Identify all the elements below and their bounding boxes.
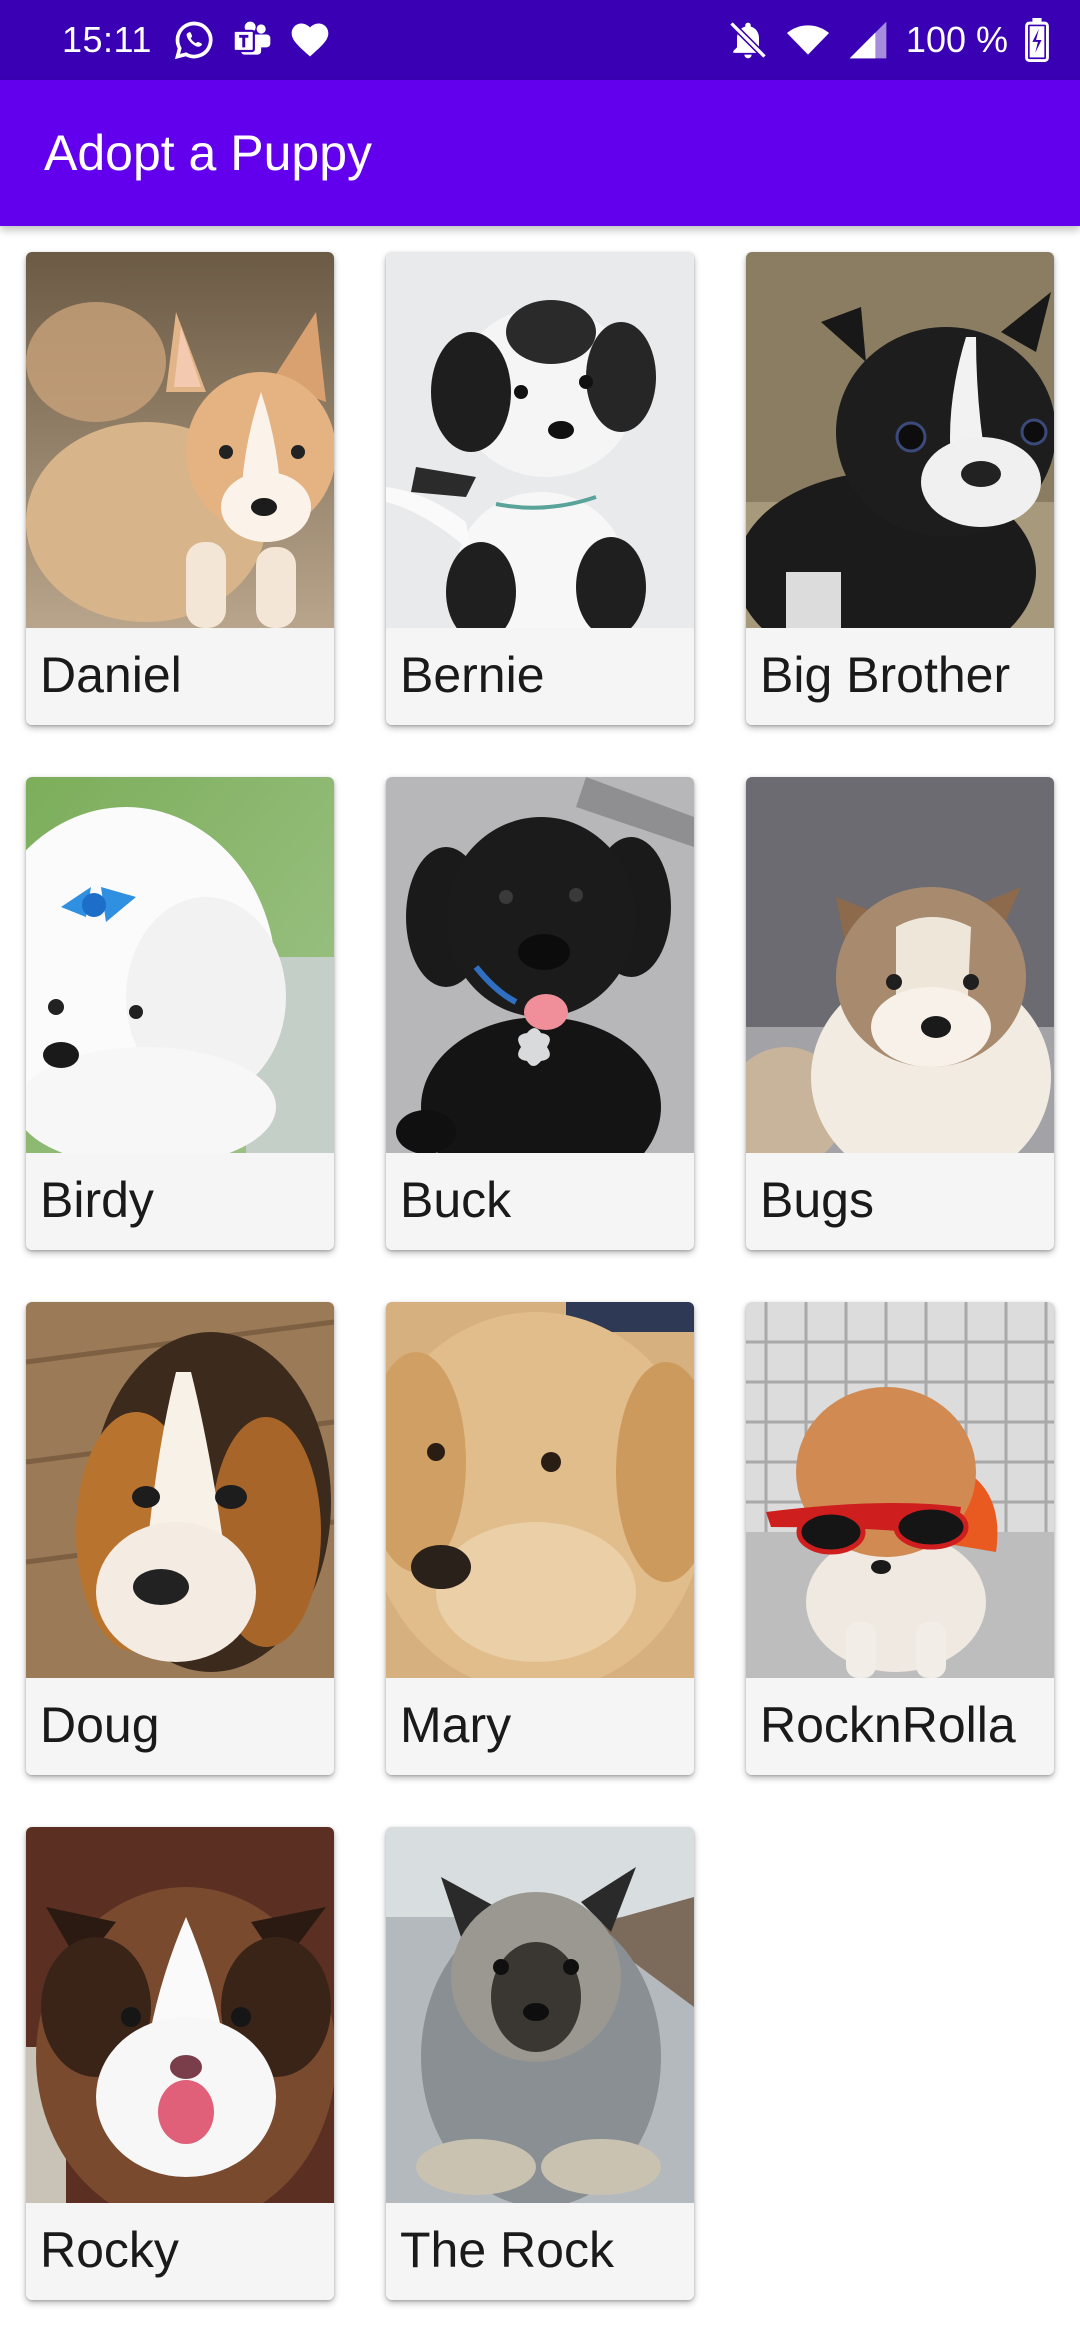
puppy-photo [26,1302,334,1678]
puppy-name-strip: RocknRolla [746,1678,1054,1775]
puppy-name: Big Brother [760,647,1011,703]
puppy-photo [386,777,694,1153]
puppy-card-bernie[interactable]: Bernie [386,252,694,725]
puppy-photo [746,252,1054,628]
notification-icons [172,18,332,62]
page-title: Adopt a Puppy [44,125,373,181]
puppy-name: Doug [40,1697,160,1753]
puppy-photo [26,252,334,628]
puppy-card-daniel[interactable]: Daniel [26,252,334,725]
puppy-name: Mary [400,1697,512,1753]
status-bar: 15:11 100 % [0,0,1080,80]
puppy-name: Bernie [400,647,545,703]
puppy-photo [386,1302,694,1678]
puppy-card-bugs[interactable]: Bugs [746,777,1054,1250]
puppy-name-strip: Daniel [26,628,334,725]
puppy-photo [26,1827,334,2203]
battery-charging-icon [1024,18,1050,62]
puppy-name-strip: Doug [26,1678,334,1775]
puppy-photo [746,777,1054,1153]
puppy-name-strip: Bugs [746,1153,1054,1250]
puppy-name: Birdy [40,1172,154,1228]
battery-percent: 100 % [905,19,1008,60]
puppy-name-strip: Buck [386,1153,694,1250]
puppy-name: The Rock [400,2222,614,2278]
puppy-name: Daniel [40,647,182,703]
puppy-name-strip: Birdy [26,1153,334,1250]
puppy-card-doug[interactable]: Doug [26,1302,334,1775]
puppy-card-buck[interactable]: Buck [386,777,694,1250]
puppy-card-rocky[interactable]: Rocky [26,1827,334,2300]
puppy-grid: Daniel Bernie Big Brother Birdy Buck Bug… [26,252,1056,2300]
puppy-name: Buck [400,1172,512,1228]
puppy-name-strip: Bernie [386,628,694,725]
puppy-card-the-rock[interactable]: The Rock [386,1827,694,2300]
puppy-name-strip: Big Brother [746,628,1054,725]
puppy-name-strip: Mary [386,1678,694,1775]
puppy-photo [26,777,334,1153]
app-bar: Adopt a Puppy [0,80,1080,226]
puppy-name: Bugs [760,1172,874,1228]
puppy-name: RocknRolla [760,1697,1016,1753]
status-time: 15:11 [62,19,152,60]
puppy-card-rocknrolla[interactable]: RocknRolla [746,1302,1054,1775]
puppy-name: Rocky [40,2222,179,2278]
puppy-photo [386,252,694,628]
heart-icon [288,18,332,62]
whatsapp-icon [172,18,216,62]
bell-off-icon [726,18,770,62]
signal-icon [846,18,890,62]
puppy-photo [746,1302,1054,1678]
puppy-photo [386,1827,694,2203]
puppy-name-strip: The Rock [386,2203,694,2300]
wifi-icon [786,18,830,62]
puppy-card-big-brother[interactable]: Big Brother [746,252,1054,725]
puppy-card-birdy[interactable]: Birdy [26,777,334,1250]
system-status: 100 % [726,0,1050,80]
puppy-name-strip: Rocky [26,2203,334,2300]
teams-icon [230,18,274,62]
puppy-card-mary[interactable]: Mary [386,1302,694,1775]
